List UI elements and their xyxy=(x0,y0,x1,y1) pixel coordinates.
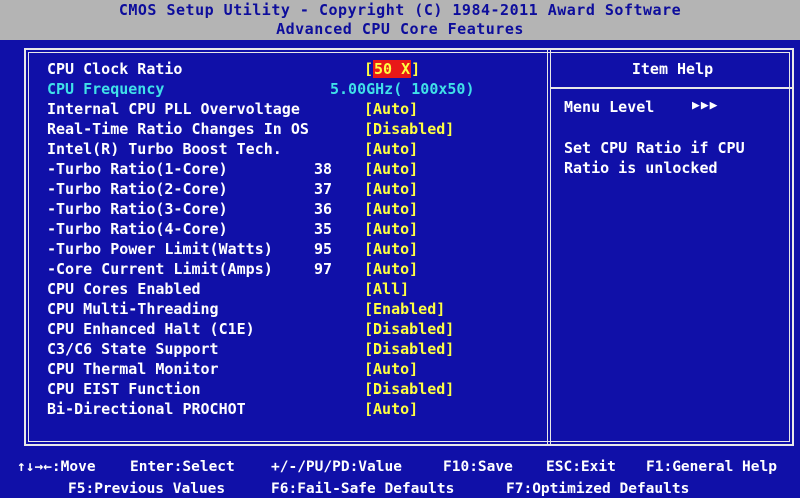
setting-value[interactable]: [Auto] xyxy=(364,99,418,119)
setting-label: CPU Clock Ratio xyxy=(47,60,183,78)
setting-row[interactable]: CPU EIST Function [Disabled] xyxy=(0,379,545,399)
item-help-title: Item Help xyxy=(631,60,714,78)
setting-row[interactable]: CPU Enhanced Halt (C1E) [Disabled] xyxy=(0,319,545,339)
setting-current-value: 37 xyxy=(314,180,333,198)
help-text: Set CPU Ratio if CPU Ratio is unlocked xyxy=(564,138,784,178)
setting-value[interactable]: [Auto] xyxy=(364,399,418,419)
menu-level-label: Menu Level xyxy=(564,98,655,116)
title-bar: CMOS Setup Utility - Copyright (C) 1984-… xyxy=(0,0,800,40)
setting-label: C3/C6 State Support xyxy=(47,340,219,358)
setting-current-value: 35 xyxy=(314,220,333,238)
help-text-line: Ratio is unlocked xyxy=(564,159,718,177)
setting-label: CPU Frequency xyxy=(47,80,165,98)
setting-row[interactable]: CPU Multi-Threading [Enabled] xyxy=(0,299,545,319)
setting-value[interactable]: [Disabled] xyxy=(364,119,454,139)
setting-label: CPU Enhanced Halt (C1E) xyxy=(47,320,255,338)
setting-label: CPU Thermal Monitor xyxy=(47,360,219,378)
setting-row[interactable]: Internal CPU PLL Overvoltage [Auto] xyxy=(0,99,545,119)
setting-current-value: 95 xyxy=(314,240,333,258)
menu-level-arrows-icon: ▶▶▶ xyxy=(692,98,719,113)
setting-value[interactable]: [Auto] xyxy=(364,199,418,219)
app-title: CMOS Setup Utility - Copyright (C) 1984-… xyxy=(118,1,682,19)
key-general-help: F1:General Help xyxy=(646,459,777,475)
setting-label: Real-Time Ratio Changes In OS xyxy=(47,120,309,138)
key-legend: ↑↓→←:Move Enter:Select +/-/PU/PD:Value F… xyxy=(0,455,800,498)
value-bracket-close: ] xyxy=(411,60,421,78)
setting-label: -Turbo Power Limit(Watts) xyxy=(47,240,273,258)
setting-row[interactable]: -Turbo Ratio(2-Core) 37 [Auto] xyxy=(0,179,545,199)
setting-value[interactable]: [All] xyxy=(364,279,409,299)
setting-label: -Core Current Limit(Amps) xyxy=(47,260,273,278)
key-save: F10:Save xyxy=(443,459,513,475)
setting-value[interactable]: [Auto] xyxy=(364,239,418,259)
key-previous-values: F5:Previous Values xyxy=(68,481,226,497)
setting-row[interactable]: -Turbo Power Limit(Watts) 95 [Auto] xyxy=(0,239,545,259)
setting-value[interactable]: [Auto] xyxy=(364,359,418,379)
setting-value[interactable]: [Auto] xyxy=(364,259,418,279)
page-title: Advanced CPU Core Features xyxy=(276,20,524,38)
setting-row[interactable]: C3/C6 State Support [Disabled] xyxy=(0,339,545,359)
setting-current-value: 97 xyxy=(314,260,333,278)
setting-value[interactable]: [50 X] xyxy=(364,59,420,79)
setting-value[interactable]: [Disabled] xyxy=(364,339,454,359)
setting-label: CPU Cores Enabled xyxy=(47,280,201,298)
setting-value[interactable]: [Auto] xyxy=(364,219,418,239)
setting-value[interactable]: [Auto] xyxy=(364,179,418,199)
setting-current-value: 38 xyxy=(314,160,333,178)
setting-label: Bi-Directional PROCHOT xyxy=(47,400,246,418)
setting-row[interactable]: CPU Thermal Monitor [Auto] xyxy=(0,359,545,379)
key-exit: ESC:Exit xyxy=(546,459,616,475)
setting-value: 5.00GHz( 100x50) xyxy=(330,80,475,98)
setting-label: -Turbo Ratio(4-Core) xyxy=(47,220,228,238)
setting-value[interactable]: [Disabled] xyxy=(364,379,454,399)
setting-row[interactable]: -Turbo Ratio(1-Core) 38 [Auto] xyxy=(0,159,545,179)
selected-value-highlight[interactable]: 50 X xyxy=(373,60,412,78)
setting-row[interactable]: -Turbo Ratio(4-Core) 35 [Auto] xyxy=(0,219,545,239)
setting-value[interactable]: [Disabled] xyxy=(364,319,454,339)
key-failsafe-defaults: F6:Fail-Safe Defaults xyxy=(271,481,455,497)
help-separator xyxy=(551,87,794,89)
value-bracket-open: [ xyxy=(364,60,374,78)
setting-value[interactable]: [Enabled] xyxy=(364,299,445,319)
key-select: Enter:Select xyxy=(130,459,235,475)
setting-label: CPU Multi-Threading xyxy=(47,300,219,318)
setting-row[interactable]: Bi-Directional PROCHOT [Auto] xyxy=(0,399,545,419)
help-text-line: Set CPU Ratio if CPU xyxy=(564,139,745,157)
setting-row[interactable]: -Core Current Limit(Amps) 97 [Auto] xyxy=(0,259,545,279)
setting-label: -Turbo Ratio(1-Core) xyxy=(47,160,228,178)
setting-label: -Turbo Ratio(2-Core) xyxy=(47,180,228,198)
setting-row[interactable]: Real-Time Ratio Changes In OS [Disabled] xyxy=(0,119,545,139)
setting-label: Intel(R) Turbo Boost Tech. xyxy=(47,140,282,158)
key-move: ↑↓→←:Move xyxy=(17,459,96,475)
setting-row[interactable]: CPU Clock Ratio [50 X] xyxy=(0,59,545,79)
setting-current-value: 36 xyxy=(314,200,333,218)
setting-value[interactable]: [Auto] xyxy=(364,159,418,179)
setting-label: -Turbo Ratio(3-Core) xyxy=(47,200,228,218)
key-optimized-defaults: F7:Optimized Defaults xyxy=(506,481,690,497)
setting-value[interactable]: [Auto] xyxy=(364,139,418,159)
setting-row[interactable]: Intel(R) Turbo Boost Tech. [Auto] xyxy=(0,139,545,159)
key-value: +/-/PU/PD:Value xyxy=(271,459,402,475)
setting-row[interactable]: CPU Cores Enabled [All] xyxy=(0,279,545,299)
setting-row: CPU Frequency 5.00GHz( 100x50) xyxy=(0,79,545,99)
setting-label: Internal CPU PLL Overvoltage xyxy=(47,100,300,118)
panel-divider xyxy=(547,48,551,446)
setting-label: CPU EIST Function xyxy=(47,380,201,398)
setting-row[interactable]: -Turbo Ratio(3-Core) 36 [Auto] xyxy=(0,199,545,219)
